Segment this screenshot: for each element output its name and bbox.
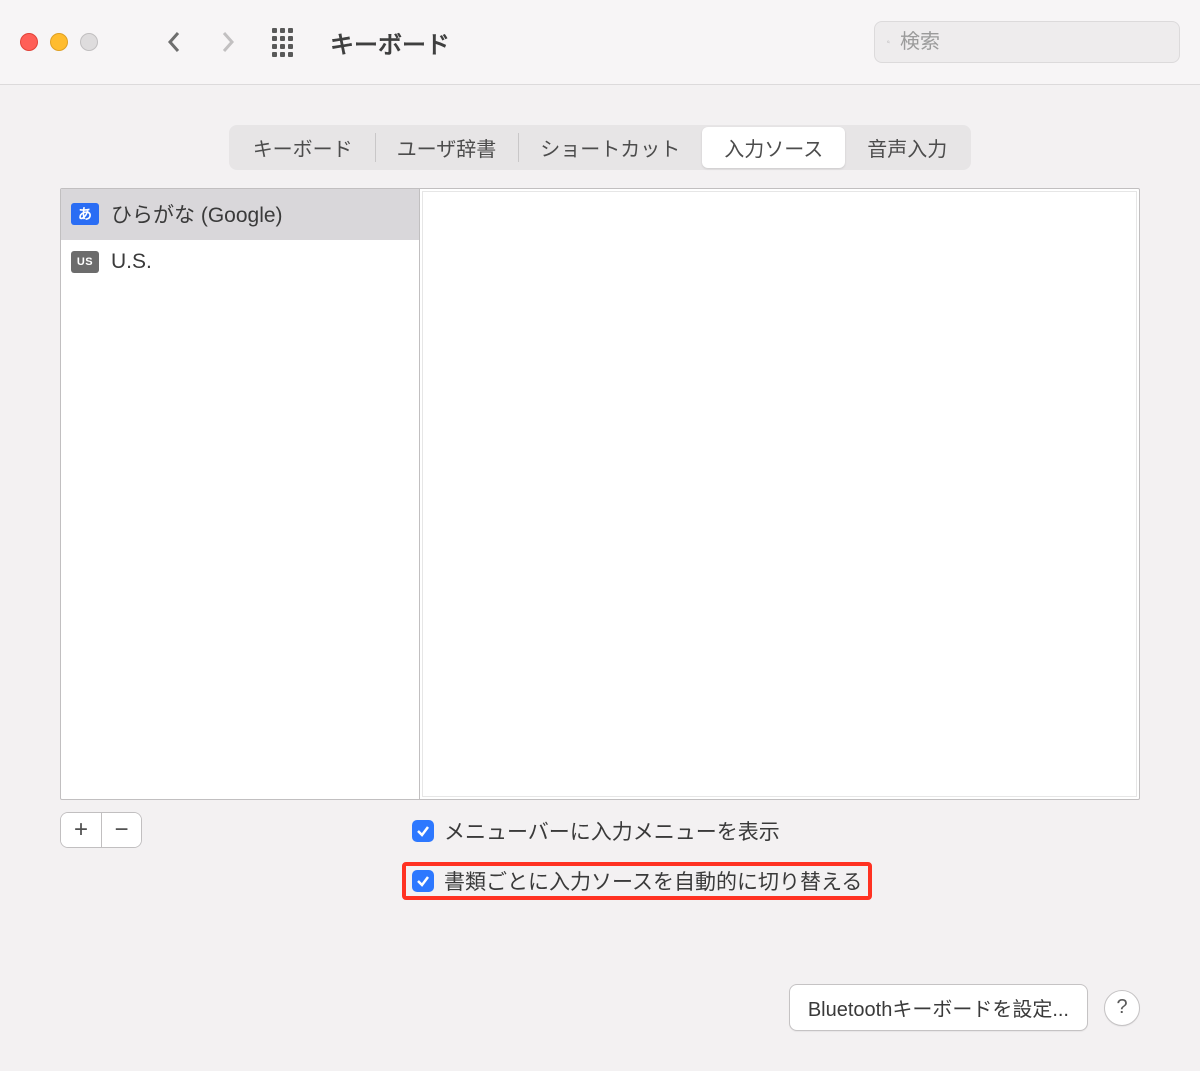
window-title: キーボード bbox=[330, 25, 450, 60]
window-traffic-lights bbox=[20, 33, 98, 51]
input-source-item[interactable]: あ ひらがな (Google) bbox=[61, 189, 419, 240]
tab-keyboard[interactable]: キーボード bbox=[231, 127, 375, 168]
tab-bar: キーボード ユーザ辞書 ショートカット 入力ソース 音声入力 bbox=[0, 125, 1200, 170]
tab-shortcuts[interactable]: ショートカット bbox=[518, 127, 702, 168]
input-sources-panel: あ ひらがな (Google) US U.S. bbox=[60, 188, 1140, 800]
window-toolbar: キーボード bbox=[0, 0, 1200, 85]
remove-source-button[interactable]: − bbox=[101, 813, 141, 847]
forward-button bbox=[210, 24, 246, 60]
help-button[interactable]: ? bbox=[1104, 990, 1140, 1026]
add-remove-group: + − bbox=[60, 812, 142, 848]
chevron-left-icon bbox=[166, 30, 182, 54]
add-source-button[interactable]: + bbox=[61, 813, 101, 847]
input-source-icon: US bbox=[71, 251, 99, 273]
input-source-item[interactable]: US U.S. bbox=[61, 240, 419, 285]
checkbox-checked-icon bbox=[412, 820, 434, 842]
chevron-right-icon bbox=[220, 30, 236, 54]
option-label: メニューバーに入力メニューを表示 bbox=[444, 816, 780, 846]
search-icon bbox=[887, 32, 890, 52]
tab-input-sources[interactable]: 入力ソース bbox=[702, 127, 845, 168]
back-button[interactable] bbox=[156, 24, 192, 60]
checkbox-checked-icon bbox=[412, 870, 434, 892]
show-all-prefs-button[interactable] bbox=[272, 28, 296, 57]
maximize-window-button bbox=[80, 33, 98, 51]
below-content-row: + − メニューバーに入力メニューを表示 書類ごとに入力ソースを自動的に切り替え… bbox=[60, 812, 1140, 900]
close-window-button[interactable] bbox=[20, 33, 38, 51]
bluetooth-keyboard-button[interactable]: Bluetoothキーボードを設定... bbox=[789, 984, 1088, 1031]
input-source-list[interactable]: あ ひらがな (Google) US U.S. bbox=[61, 189, 420, 799]
input-source-label: ひらがな (Google) bbox=[111, 199, 283, 229]
options-group: メニューバーに入力メニューを表示 書類ごとに入力ソースを自動的に切り替える bbox=[402, 812, 872, 900]
option-show-input-menu[interactable]: メニューバーに入力メニューを表示 bbox=[402, 812, 872, 850]
footer: Bluetoothキーボードを設定... ? bbox=[0, 984, 1200, 1031]
tab-user-dictionary[interactable]: ユーザ辞書 bbox=[375, 127, 519, 168]
search-input[interactable] bbox=[898, 30, 1167, 55]
input-source-icon: あ bbox=[71, 203, 99, 225]
tab-dictation[interactable]: 音声入力 bbox=[845, 127, 969, 168]
option-label: 書類ごとに入力ソースを自動的に切り替える bbox=[444, 866, 862, 896]
tabs: キーボード ユーザ辞書 ショートカット 入力ソース 音声入力 bbox=[229, 125, 972, 170]
input-source-label: U.S. bbox=[111, 250, 152, 274]
input-source-detail bbox=[422, 191, 1137, 797]
search-field[interactable] bbox=[874, 21, 1180, 63]
option-auto-switch-per-doc[interactable]: 書類ごとに入力ソースを自動的に切り替える bbox=[402, 862, 872, 900]
minimize-window-button[interactable] bbox=[50, 33, 68, 51]
